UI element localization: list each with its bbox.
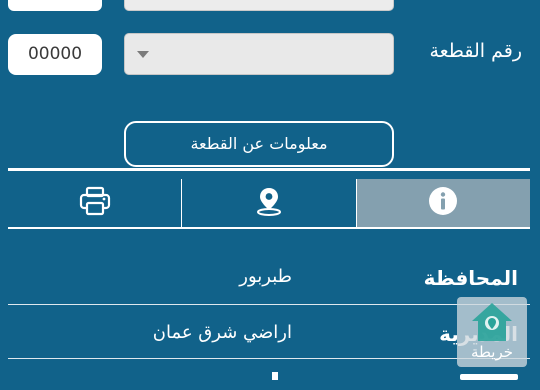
- tab-info[interactable]: [355, 179, 530, 227]
- next-row-value-partial: [272, 372, 278, 380]
- printer-icon: [79, 186, 111, 220]
- chevron-down-icon: [137, 51, 149, 58]
- parcel-select[interactable]: [124, 33, 394, 75]
- next-row-label-partial: [458, 370, 518, 390]
- tab-print[interactable]: [8, 179, 181, 227]
- parcel-info-button[interactable]: معلومات عن القطعة: [124, 121, 394, 167]
- info-icon: [428, 186, 458, 220]
- top-select-partial[interactable]: [124, 0, 394, 11]
- map-badge-label: خريطة: [470, 343, 514, 361]
- directorate-value: اراضي شرق عمان: [152, 322, 292, 343]
- tab-underline: [8, 227, 530, 229]
- row-divider: [8, 304, 530, 305]
- section-divider: [8, 168, 530, 171]
- map-pin-icon: [254, 186, 284, 220]
- map-floating-button[interactable]: خريطة: [457, 297, 527, 367]
- governorate-label: المحافظة: [423, 266, 518, 290]
- tab-location[interactable]: [181, 179, 355, 227]
- parcel-number-input[interactable]: 00000: [8, 34, 102, 75]
- row-divider: [8, 358, 530, 359]
- house-icon: [470, 301, 514, 347]
- governorate-value: طبربور: [239, 266, 292, 287]
- parcel-number-label: رقم القطعة: [429, 40, 522, 62]
- top-input-partial[interactable]: [8, 0, 102, 11]
- tab-bar: [8, 179, 530, 227]
